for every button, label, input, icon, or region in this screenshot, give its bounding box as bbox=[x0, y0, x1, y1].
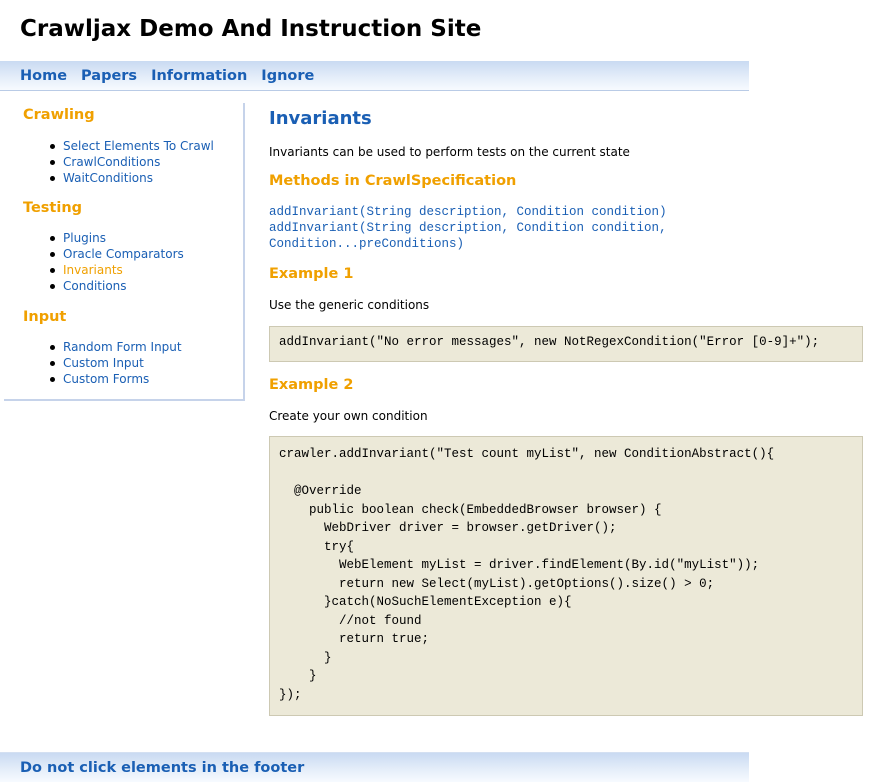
top-nav: Home Papers Information Ignore bbox=[0, 61, 749, 91]
list-item: Conditions bbox=[50, 278, 184, 294]
nav-papers-link[interactable]: Papers bbox=[81, 68, 137, 84]
example1-text: Use the generic conditions bbox=[269, 298, 430, 312]
sidebar-list-crawling: Select Elements To Crawl CrawlConditions… bbox=[50, 138, 214, 186]
list-item: Plugins bbox=[50, 230, 184, 246]
footer: Do not click elements in the footer bbox=[0, 752, 749, 782]
sidebar-list-input: Random Form Input Custom Input Custom Fo… bbox=[50, 339, 182, 387]
example1-code-block: addInvariant("No error messages", new No… bbox=[269, 326, 863, 362]
example2-heading: Example 2 bbox=[269, 377, 354, 393]
list-item: Select Elements To Crawl bbox=[50, 138, 214, 154]
intro-text: Invariants can be used to perform tests … bbox=[269, 145, 630, 159]
sidebar-link-conditions[interactable]: Conditions bbox=[63, 279, 127, 293]
sidebar-link-crawlconditions[interactable]: CrawlConditions bbox=[63, 155, 160, 169]
list-item: Invariants bbox=[50, 262, 184, 278]
list-item: Custom Forms bbox=[50, 371, 182, 387]
nav-information-link[interactable]: Information bbox=[151, 68, 247, 84]
sidebar-link-random-form-input[interactable]: Random Form Input bbox=[63, 340, 182, 354]
list-item: Random Form Input bbox=[50, 339, 182, 355]
list-item: Custom Input bbox=[50, 355, 182, 371]
footer-link[interactable]: Do not click elements in the footer bbox=[20, 760, 304, 776]
nav-ignore-link[interactable]: Ignore bbox=[261, 68, 314, 84]
page-title: Invariants bbox=[269, 108, 372, 129]
sidebar-link-select-elements[interactable]: Select Elements To Crawl bbox=[63, 139, 214, 153]
sidebar-heading-input: Input bbox=[23, 309, 67, 325]
example2-text: Create your own condition bbox=[269, 409, 428, 423]
sidebar-heading-crawling: Crawling bbox=[23, 107, 95, 123]
sidebar-link-oracle-comparators[interactable]: Oracle Comparators bbox=[63, 247, 184, 261]
sidebar-link-custom-input[interactable]: Custom Input bbox=[63, 356, 144, 370]
list-item: CrawlConditions bbox=[50, 154, 214, 170]
sidebar: Crawling Select Elements To Crawl CrawlC… bbox=[4, 103, 245, 401]
nav-home-link[interactable]: Home bbox=[20, 68, 67, 84]
example2-code-block: crawler.addInvariant("Test count myList"… bbox=[269, 436, 863, 716]
method-signatures: addInvariant(String description, Conditi… bbox=[269, 205, 667, 251]
sidebar-link-invariants[interactable]: Invariants bbox=[63, 263, 123, 277]
example1-heading: Example 1 bbox=[269, 266, 354, 282]
sidebar-link-plugins[interactable]: Plugins bbox=[63, 231, 106, 245]
list-item: Oracle Comparators bbox=[50, 246, 184, 262]
site-title: Crawljax Demo And Instruction Site bbox=[20, 16, 482, 42]
methods-heading: Methods in CrawlSpecification bbox=[269, 173, 517, 189]
sidebar-heading-testing: Testing bbox=[23, 200, 83, 216]
sidebar-list-testing: Plugins Oracle Comparators Invariants Co… bbox=[50, 230, 184, 294]
sidebar-link-custom-forms[interactable]: Custom Forms bbox=[63, 372, 149, 386]
list-item: WaitConditions bbox=[50, 170, 214, 186]
sidebar-link-waitconditions[interactable]: WaitConditions bbox=[63, 171, 153, 185]
